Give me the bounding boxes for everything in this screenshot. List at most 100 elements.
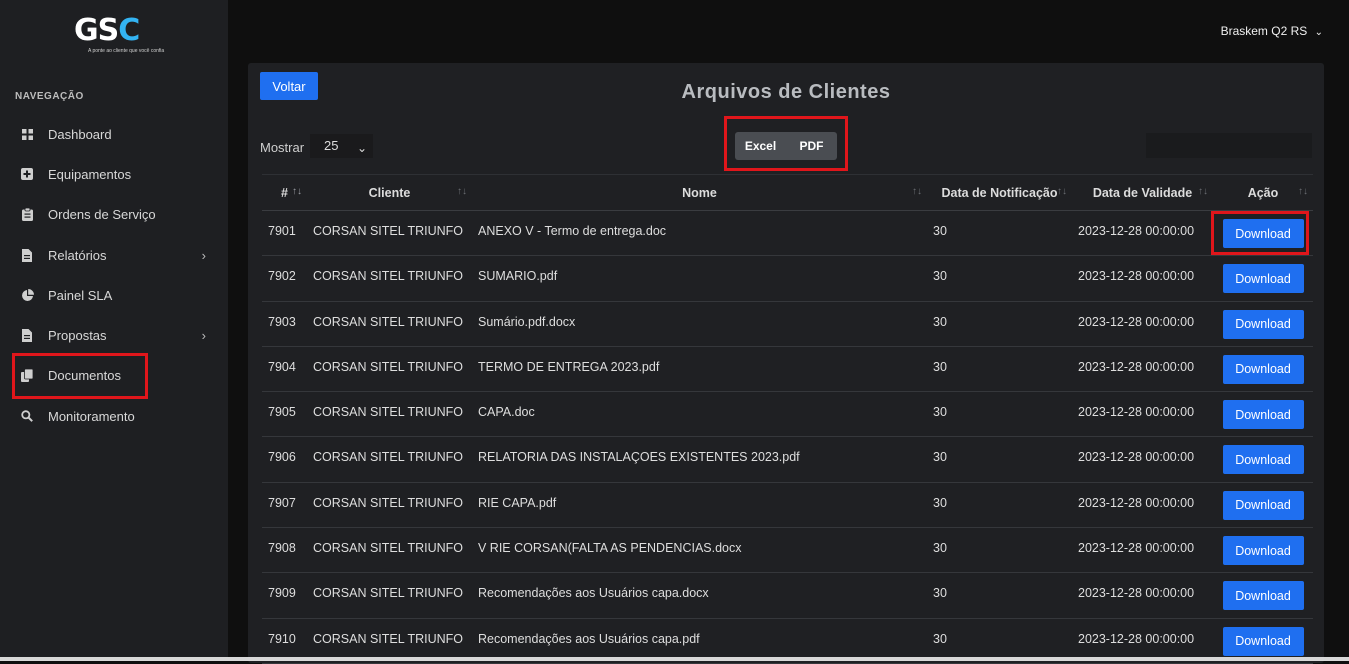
cell-acao: Download bbox=[1213, 482, 1313, 529]
cell-id: 7903 bbox=[262, 301, 307, 347]
sort-icon: ↑↓ bbox=[1198, 186, 1208, 197]
pie-chart-icon bbox=[20, 288, 34, 302]
page-scrollbar[interactable] bbox=[1340, 62, 1349, 657]
sidebar: GSC A ponte ao cliente que você confia N… bbox=[0, 0, 228, 661]
cell-nome: Recomendações aos Usuários capa.docx bbox=[472, 572, 927, 619]
cell-id: 7901 bbox=[262, 210, 307, 257]
cell-data-notificacao: 30 bbox=[927, 346, 1072, 393]
page-length-select[interactable]: 25 ⌄ bbox=[310, 134, 373, 158]
dashboard-icon bbox=[20, 127, 34, 141]
table-row: 7907 CORSAN SITEL TRIUNFO RIE CAPA.pdf 30 20… bbox=[262, 482, 1313, 529]
search-icon bbox=[20, 409, 34, 423]
download-button[interactable]: Download bbox=[1222, 400, 1304, 430]
cell-id: 7904 bbox=[262, 346, 307, 393]
column-header-data-notificacao[interactable]: Data de Notificação ↑↓ bbox=[927, 174, 1072, 211]
cell-cliente: CORSAN SITEL TRIUNFO bbox=[307, 572, 472, 619]
cell-cliente: CORSAN SITEL TRIUNFO bbox=[307, 301, 472, 347]
sidebar-item-painel-sla[interactable]: Painel SLA bbox=[0, 275, 228, 315]
download-button[interactable]: Download bbox=[1222, 264, 1304, 294]
column-header-nome[interactable]: Nome ↑↓ bbox=[472, 174, 927, 211]
highlight-box-documentos bbox=[12, 353, 148, 399]
table-header-row: # ↑↓ Cliente ↑↓ Nome ↑↓ Data de Notificação… bbox=[262, 174, 1313, 211]
table-row: 7904 CORSAN SITEL TRIUNFO TERMO DE ENTREGA… bbox=[262, 346, 1313, 393]
download-button[interactable]: Download bbox=[1222, 581, 1304, 611]
cell-cliente: CORSAN SITEL TRIUNFO bbox=[307, 255, 472, 302]
logo[interactable]: GSC A ponte ao cliente que você confia bbox=[74, 13, 164, 58]
sort-icon: ↑↓ bbox=[292, 186, 302, 197]
cell-data-notificacao: 30 bbox=[927, 255, 1072, 302]
page-length-value: 25 bbox=[324, 138, 339, 153]
export-pdf-button[interactable]: PDF bbox=[786, 132, 837, 160]
column-header-acao[interactable]: Ação ↑↓ bbox=[1213, 174, 1313, 211]
cell-nome: Sumário.pdf.docx bbox=[472, 301, 927, 347]
cell-cliente: CORSAN SITEL TRIUNFO bbox=[307, 210, 472, 257]
download-button[interactable]: Download bbox=[1222, 626, 1304, 656]
cell-acao: Download bbox=[1213, 436, 1313, 483]
column-header-data-validade[interactable]: Data de Validade ↑↓ bbox=[1072, 174, 1213, 211]
file-icon bbox=[20, 248, 34, 262]
table-row: 7902 CORSAN SITEL TRIUNFO SUMARIO.pdf 30 202… bbox=[262, 255, 1313, 302]
plus-square-icon bbox=[20, 167, 34, 181]
export-button-group: Excel PDF bbox=[735, 132, 837, 160]
top-bar: Braskem Q2 RS ⌄ bbox=[228, 0, 1349, 62]
sort-icon: ↑↓ bbox=[912, 186, 922, 197]
sidebar-item-label: Monitoramento bbox=[48, 408, 135, 424]
sidebar-item-label: Painel SLA bbox=[48, 287, 113, 303]
nav-section-title: NAVEGAÇÃO bbox=[15, 91, 84, 102]
sidebar-item-label: Dashboard bbox=[48, 126, 112, 142]
sidebar-item-ordens-de-servico[interactable]: Ordens de Serviço bbox=[0, 195, 228, 235]
download-button[interactable]: Download bbox=[1222, 309, 1304, 339]
sidebar-item-relatorios[interactable]: Relatórios › bbox=[0, 235, 228, 275]
table-row: 7909 CORSAN SITEL TRIUNFO Recomendações ao… bbox=[262, 572, 1313, 619]
cell-acao: Download bbox=[1213, 572, 1313, 619]
cell-data-notificacao: 30 bbox=[927, 436, 1072, 483]
column-header-id[interactable]: # ↑↓ bbox=[262, 174, 307, 211]
table-body: 7901 CORSAN SITEL TRIUNFO ANEXO V - Termo … bbox=[262, 210, 1313, 664]
cell-data-notificacao: 30 bbox=[927, 301, 1072, 347]
sidebar-item-propostas[interactable]: Propostas › bbox=[0, 315, 228, 355]
download-button[interactable]: Download bbox=[1222, 354, 1304, 384]
sidebar-item-dashboard[interactable]: Dashboard bbox=[0, 114, 228, 154]
cell-acao: Download bbox=[1213, 255, 1313, 302]
cell-data-notificacao: 30 bbox=[927, 391, 1072, 438]
cell-data-notificacao: 30 bbox=[927, 210, 1072, 257]
search-input[interactable] bbox=[1146, 133, 1312, 158]
table-row: 7906 CORSAN SITEL TRIUNFO RELATORIA DAS IN… bbox=[262, 436, 1313, 483]
sidebar-item-label: Propostas bbox=[48, 328, 107, 344]
sidebar-item-equipamentos[interactable]: Equipamentos bbox=[0, 154, 228, 194]
cell-data-validade: 2023-12-28 00:00:00 bbox=[1072, 482, 1213, 529]
sidebar-item-label: Equipamentos bbox=[48, 166, 132, 182]
cell-nome: CAPA.doc bbox=[472, 391, 927, 438]
cell-id: 7907 bbox=[262, 482, 307, 529]
logo-accent-text: C bbox=[118, 13, 140, 48]
sort-icon: ↑↓ bbox=[1298, 186, 1308, 197]
logo-main-text: GS bbox=[74, 13, 119, 48]
chevron-down-icon: ⌄ bbox=[1314, 27, 1323, 38]
cell-nome: SUMARIO.pdf bbox=[472, 255, 927, 302]
cell-cliente: CORSAN SITEL TRIUNFO bbox=[307, 391, 472, 438]
cell-data-notificacao: 30 bbox=[927, 482, 1072, 529]
user-menu[interactable]: Braskem Q2 RS ⌄ bbox=[1221, 24, 1323, 38]
sidebar-item-label: Relatórios bbox=[48, 247, 107, 263]
column-header-cliente[interactable]: Cliente ↑↓ bbox=[307, 174, 472, 211]
cell-data-validade: 2023-12-28 00:00:00 bbox=[1072, 210, 1213, 257]
cell-data-validade: 2023-12-28 00:00:00 bbox=[1072, 301, 1213, 347]
sidebar-item-monitoramento[interactable]: Monitoramento bbox=[0, 396, 228, 436]
cell-cliente: CORSAN SITEL TRIUNFO bbox=[307, 436, 472, 483]
page-length-label: Mostrar bbox=[260, 140, 305, 155]
download-button[interactable]: Download bbox=[1222, 445, 1304, 475]
file-icon bbox=[20, 329, 34, 343]
sort-icon: ↑↓ bbox=[1057, 186, 1067, 197]
chevron-down-icon: ⌄ bbox=[356, 141, 367, 155]
cell-cliente: CORSAN SITEL TRIUNFO bbox=[307, 527, 472, 574]
table-row: 7901 CORSAN SITEL TRIUNFO ANEXO V - Termo … bbox=[262, 210, 1313, 257]
cell-acao: Download bbox=[1213, 391, 1313, 438]
files-card: Voltar Arquivos de Clientes Mostrar 25 ⌄… bbox=[248, 63, 1324, 664]
export-excel-button[interactable]: Excel bbox=[735, 132, 786, 160]
cell-cliente: CORSAN SITEL TRIUNFO bbox=[307, 482, 472, 529]
highlight-box-download bbox=[1211, 211, 1309, 255]
table-row: 7903 CORSAN SITEL TRIUNFO Sumário.pdf.docx… bbox=[262, 301, 1313, 347]
cell-data-validade: 2023-12-28 00:00:00 bbox=[1072, 527, 1213, 574]
download-button[interactable]: Download bbox=[1222, 490, 1304, 520]
download-button[interactable]: Download bbox=[1222, 536, 1304, 566]
